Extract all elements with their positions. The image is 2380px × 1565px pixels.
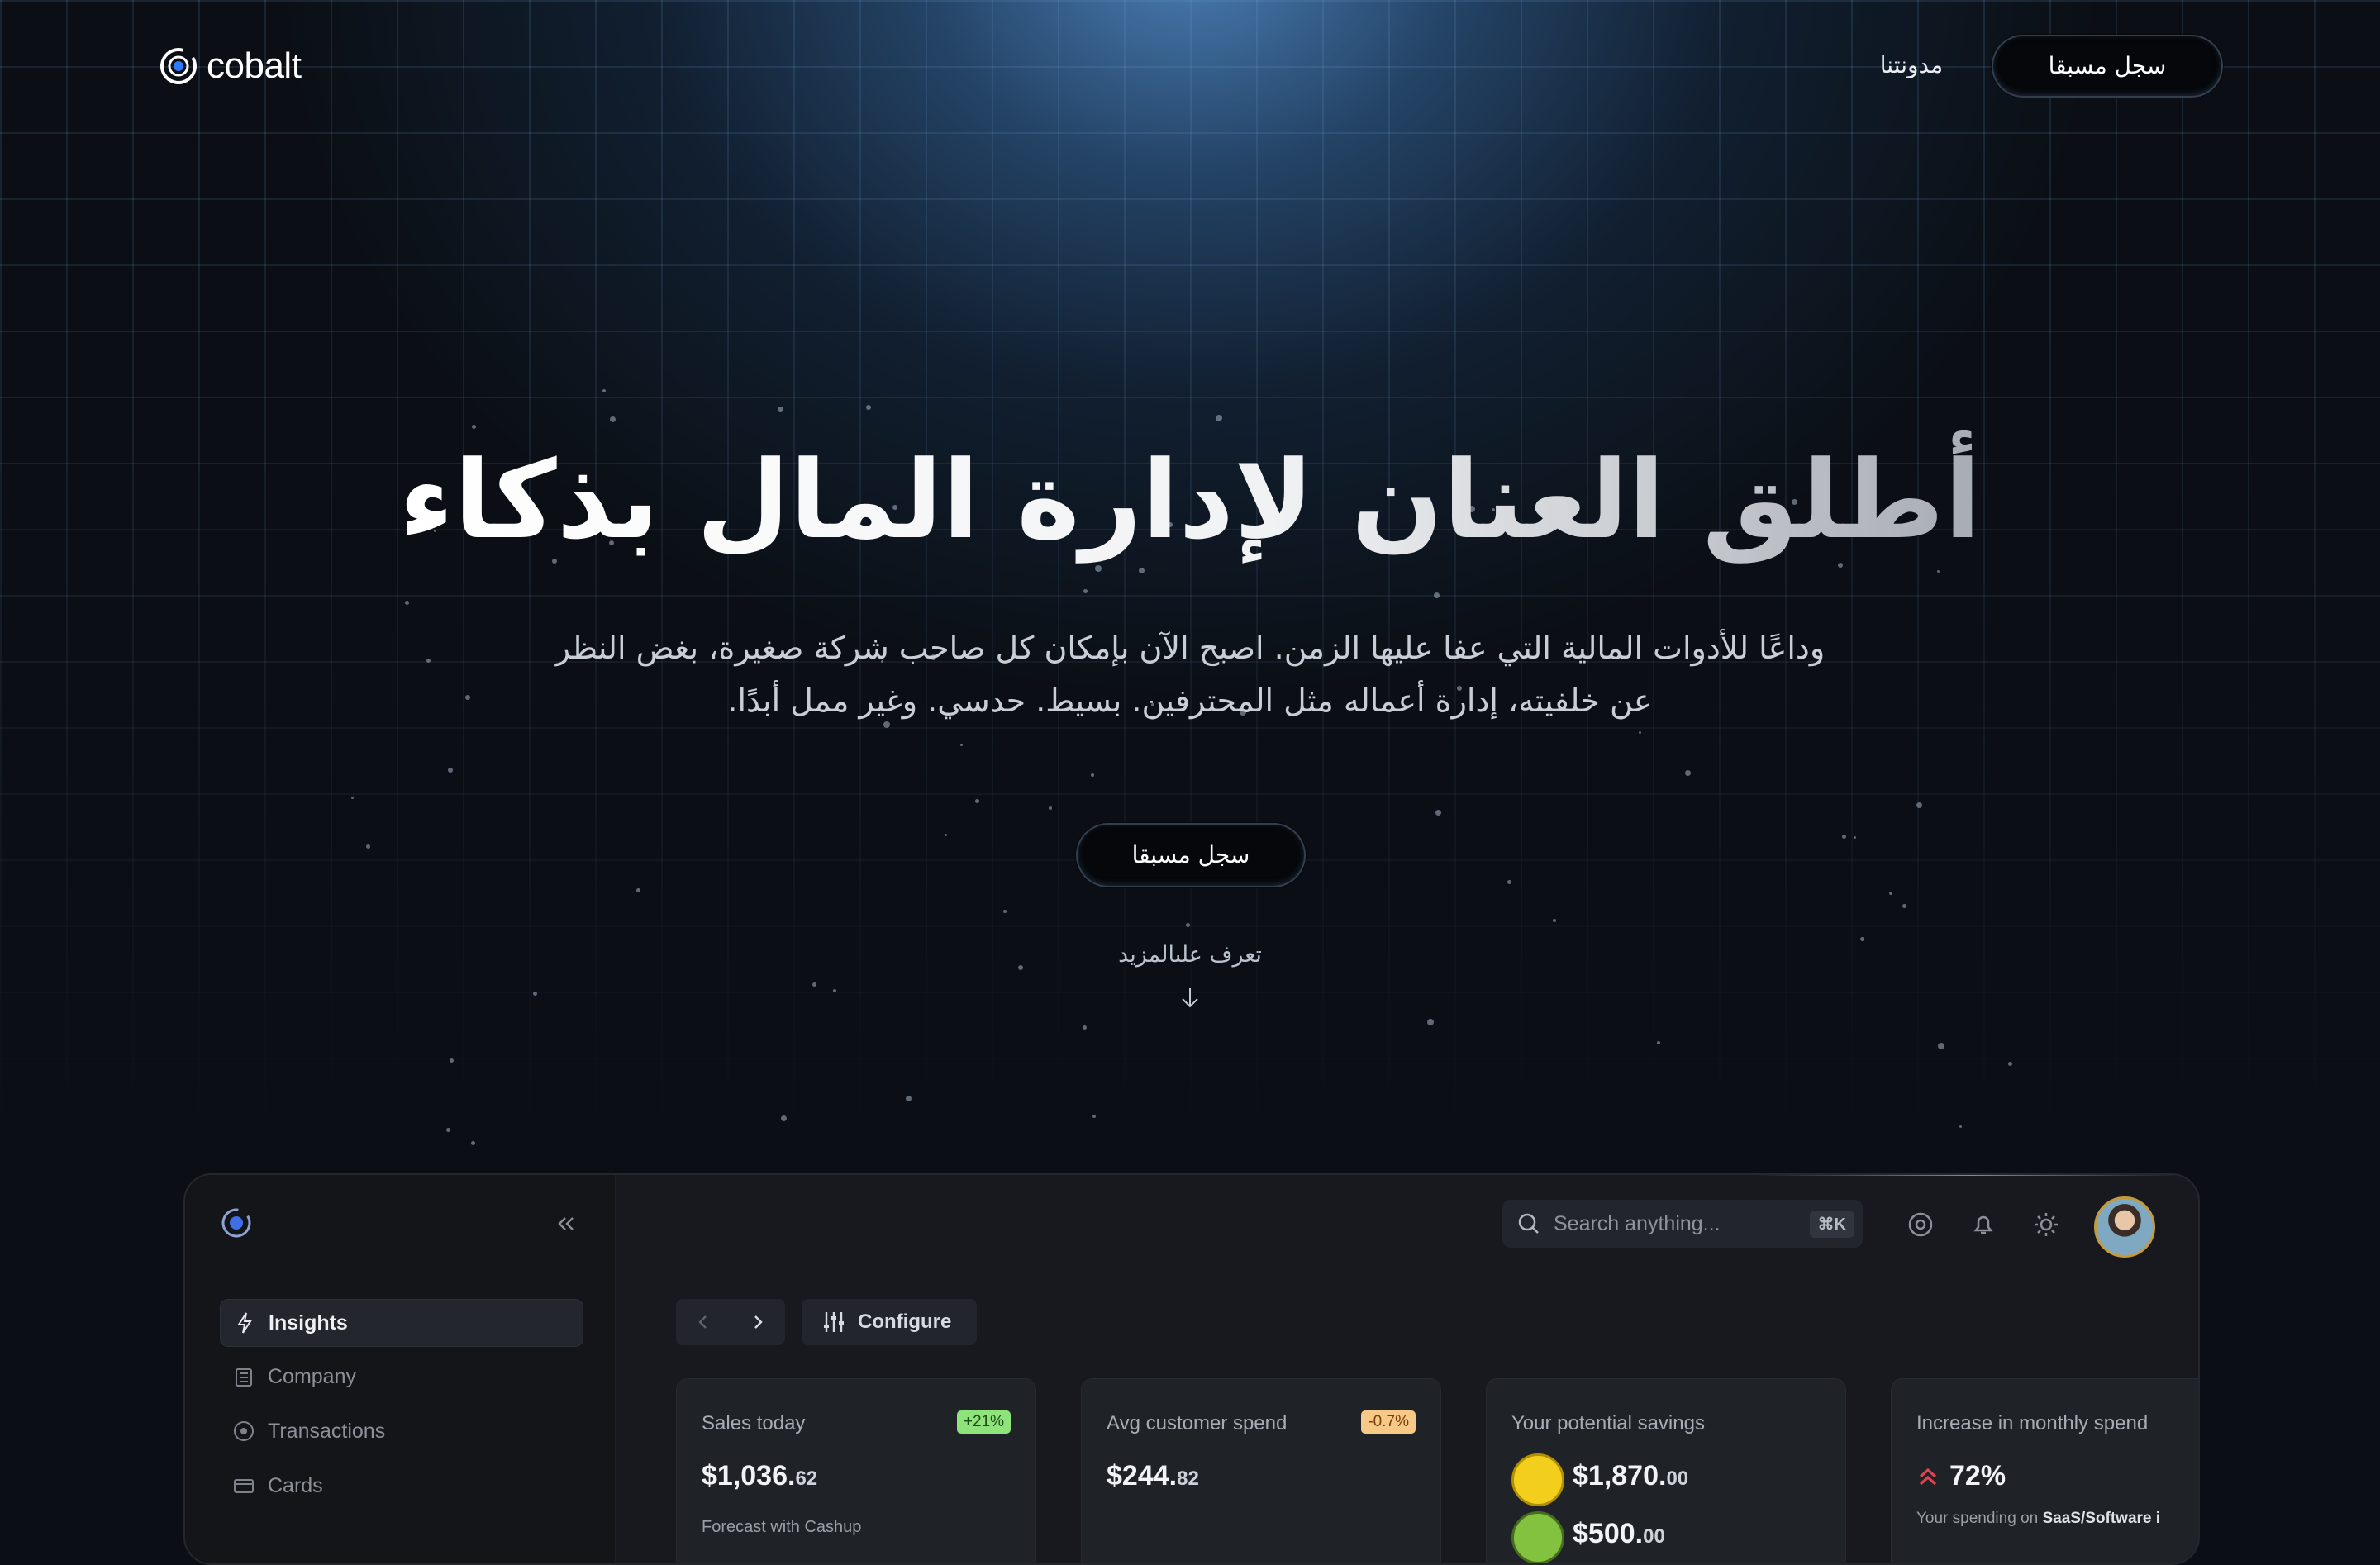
nav-blog-link[interactable]: مدونتنا (1868, 46, 1955, 84)
card-value: $1,036.62 (702, 1460, 818, 1491)
hero-subtitle: وداعًا للأدوات المالية التي عفا عليها ال… (529, 621, 1851, 727)
sun-icon[interactable] (2031, 1210, 2061, 1239)
card-value: 72% (1949, 1460, 2006, 1491)
card-value-secondary: $500.00 (1573, 1518, 1665, 1549)
chevron-left-icon[interactable] (691, 1310, 716, 1334)
building-icon (236, 1368, 252, 1387)
card-subtext: Forecast with Cashup (702, 1518, 862, 1536)
metric-card-avg-customer-spend[interactable]: Avg customer spend -0.7% $244.82 (1081, 1378, 1441, 1563)
configure-button[interactable]: Configure (802, 1299, 977, 1345)
configure-label: Configure (858, 1311, 952, 1333)
card-icon (234, 1479, 254, 1493)
search-shortcut-badge: ⌘K (1809, 1210, 1854, 1238)
coin-icon (1511, 1511, 1564, 1563)
register-button-header[interactable]: سجل مسبقا (1992, 35, 2223, 98)
sidebar-item-insights[interactable]: Insights (220, 1299, 583, 1347)
logo-text: cobalt (207, 45, 302, 86)
hero-title: أطلق العنان لإدارة المال بذكاء (397, 421, 1983, 578)
sidebar-item-label: Transactions (268, 1419, 386, 1443)
card-title: Your potential savings (1511, 1412, 1705, 1434)
sidebar-item-transactions[interactable]: Transactions (220, 1408, 582, 1454)
help-icon[interactable] (1906, 1210, 1935, 1239)
change-badge: +21% (956, 1410, 1011, 1434)
hero-subtitle-line-1: وداعًا للأدوات المالية التي عفا عليها ال… (555, 630, 1825, 666)
search-icon (1518, 1213, 1539, 1234)
hero-subtitle-line-2: عن خلفيته، إدارة أعماله مثل المحترفين. ب… (727, 683, 1653, 719)
metric-card-potential-savings[interactable]: Your potential savings $1,870.00 $500.00 (1486, 1378, 1846, 1563)
metric-card-sales-today[interactable]: Sales today +21% $1,036.62 Forecast with… (676, 1378, 1036, 1563)
card-title: Increase in monthly spend (1916, 1412, 2149, 1434)
period-navigation (676, 1299, 785, 1345)
sliders-icon (824, 1312, 844, 1332)
card-title: Sales today (702, 1412, 806, 1434)
register-button-hero[interactable]: سجل مسبقا (1076, 823, 1306, 887)
search-input[interactable]: Search anything... ⌘K (1502, 1200, 1863, 1248)
sidebar-item-label: Cards (268, 1473, 323, 1497)
dashboard-sidebar: Insights Company Transactions Cards (185, 1175, 616, 1563)
sidebar-item-cards[interactable]: Cards (220, 1463, 582, 1509)
chevron-right-icon[interactable] (745, 1310, 770, 1334)
double-chevron-up-icon (1919, 1467, 1937, 1486)
dashboard-top-glow (1755, 1175, 2185, 1176)
logo[interactable]: cobalt (159, 41, 302, 91)
card-value: $244.82 (1107, 1460, 1199, 1491)
metric-card-monthly-spend[interactable]: Increase in monthly spend 72% Your spend… (1891, 1378, 2198, 1563)
collapse-sidebar-icon[interactable] (554, 1211, 578, 1236)
search-placeholder: Search anything... (1554, 1211, 1721, 1235)
bell-icon[interactable] (1968, 1210, 1998, 1239)
learn-more-link[interactable]: تعرف علىالمزيد (1107, 942, 1273, 968)
card-subtext: Your spending on SaaS/Software i (1916, 1510, 2161, 1527)
avatar[interactable] (2094, 1196, 2155, 1258)
sidebar-item-company[interactable]: Company (220, 1353, 582, 1400)
card-title: Avg customer spend (1107, 1412, 1288, 1434)
sidebar-item-label: Insights (269, 1311, 348, 1334)
dashboard-preview: Insights Company Transactions Cards Sear… (183, 1173, 2200, 1565)
card-value: $1,870.00 (1573, 1460, 1689, 1491)
arrow-down-icon[interactable] (1177, 985, 1203, 1011)
cobalt-logo-icon[interactable] (220, 1206, 253, 1239)
dollar-circle-icon (234, 1421, 254, 1441)
sparkle-icon (237, 1312, 252, 1334)
change-badge: -0.7% (1361, 1410, 1416, 1434)
sidebar-item-label: Company (268, 1364, 356, 1388)
coin-icon (1511, 1453, 1564, 1506)
background-grid (0, 0, 2380, 1157)
cobalt-logo-icon (160, 48, 197, 84)
